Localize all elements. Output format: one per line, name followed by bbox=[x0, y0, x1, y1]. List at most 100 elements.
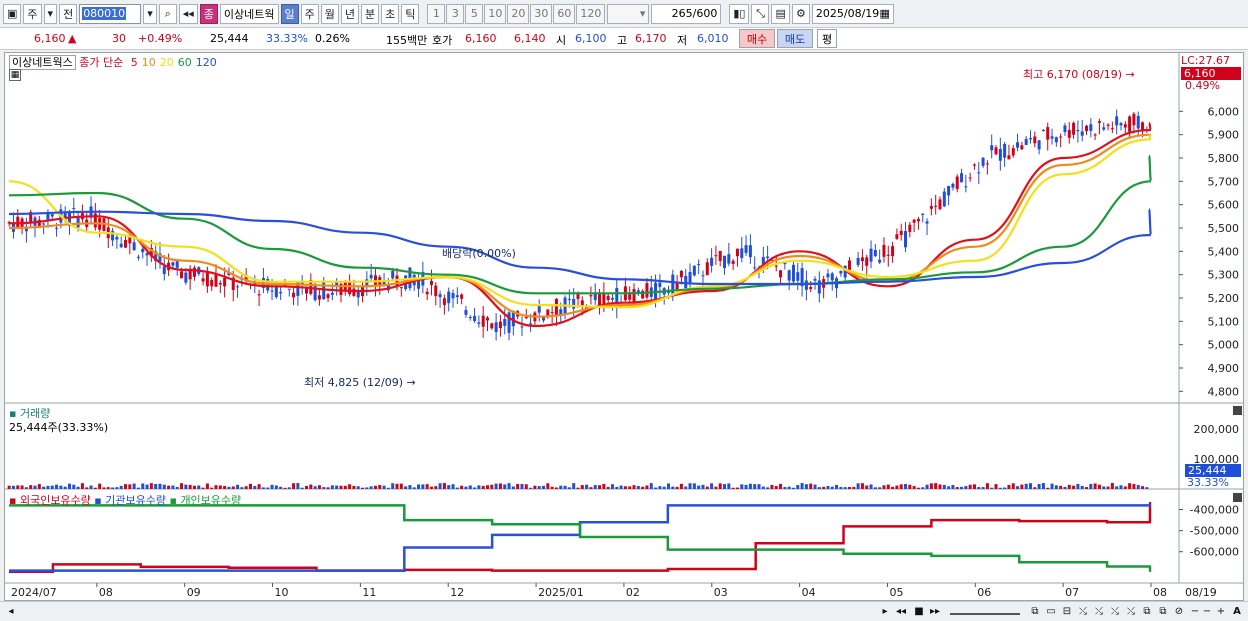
candle-body bbox=[873, 250, 877, 257]
candle-body bbox=[886, 254, 890, 256]
volume-bar bbox=[615, 486, 619, 489]
candle-body bbox=[1024, 139, 1028, 145]
chart-canvas[interactable]: 4,800 4,900 5,000 5,100 5,200 5,300 5,400 5,500… bbox=[5, 53, 1243, 600]
zoom-slider[interactable] bbox=[950, 605, 1020, 615]
candle-body bbox=[723, 255, 727, 269]
gear-icon[interactable]: ⚙ bbox=[791, 3, 810, 24]
search-icon[interactable]: ⌕ bbox=[158, 3, 177, 24]
interval-tab-5[interactable]: 5 bbox=[465, 3, 484, 24]
volume-bar bbox=[136, 487, 140, 489]
candle-type-icon[interactable]: ▮▯ bbox=[729, 3, 750, 24]
period-tab-1[interactable]: 주 bbox=[300, 3, 319, 24]
font-size-icon[interactable]: A bbox=[1230, 605, 1244, 619]
window-icon[interactable]: ▭ bbox=[1044, 605, 1058, 619]
eval-button[interactable]: 평 bbox=[817, 29, 837, 48]
price-tick-label: 5,500 bbox=[1208, 222, 1240, 235]
badge-button[interactable]: 종 bbox=[199, 3, 218, 24]
code-dropdown-icon[interactable]: ▾ bbox=[143, 3, 157, 24]
magnet-icon[interactable]: ⤯ bbox=[1124, 605, 1138, 619]
buy-button[interactable]: 매수 bbox=[739, 29, 775, 48]
pane-close-icon[interactable] bbox=[1233, 406, 1242, 415]
interval-tab-60[interactable]: 60 bbox=[553, 3, 576, 24]
save-icon[interactable]: ▤ bbox=[771, 3, 790, 24]
volume-bar bbox=[649, 483, 653, 489]
prev-button[interactable]: 전 bbox=[59, 3, 78, 24]
interval-dropdown[interactable]: ▾ bbox=[607, 3, 650, 24]
period-tab-6[interactable]: 틱 bbox=[401, 3, 420, 24]
volume-bar bbox=[645, 485, 649, 489]
x-tick-label: 03 bbox=[714, 586, 728, 599]
interval-tab-120[interactable]: 120 bbox=[576, 3, 606, 24]
volume-bar bbox=[468, 485, 472, 489]
interval-tab-1[interactable]: 1 bbox=[427, 3, 446, 24]
date-field[interactable]: 2025/08/19 ▦ bbox=[811, 3, 894, 24]
volume-bar bbox=[477, 485, 481, 489]
interval-tab-10[interactable]: 10 bbox=[484, 3, 507, 24]
candle-body bbox=[951, 183, 955, 188]
compare-icon[interactable]: ⧉ bbox=[1028, 605, 1042, 619]
candle-body bbox=[731, 260, 735, 264]
period-tab-4[interactable]: 분 bbox=[361, 3, 380, 24]
candle-body bbox=[727, 254, 731, 264]
scroll-right-icon[interactable]: ▸ bbox=[878, 605, 892, 619]
candle-body bbox=[1128, 116, 1132, 132]
volume-bar bbox=[378, 485, 382, 489]
volume-bar bbox=[942, 484, 946, 489]
link-icon[interactable]: ⧉ bbox=[1140, 605, 1154, 619]
sell-button[interactable]: 매도 bbox=[777, 29, 813, 48]
tooltip-icon[interactable]: ⤯ bbox=[1108, 605, 1122, 619]
ma-period-list: 5 10 20 60 120 bbox=[127, 56, 217, 69]
stop-icon[interactable]: ■ bbox=[912, 605, 926, 619]
stock-name-tag[interactable]: 이상네트웍스 bbox=[9, 55, 76, 70]
interval-tab-20[interactable]: 20 bbox=[507, 3, 530, 24]
volume-bar bbox=[554, 487, 558, 489]
chevron-down-icon[interactable]: ▾ bbox=[43, 3, 58, 24]
volume-bar bbox=[404, 486, 408, 489]
volume-bar bbox=[399, 483, 403, 489]
volume-bar bbox=[598, 485, 602, 489]
chart-area[interactable]: 4,800 4,900 5,000 5,100 5,200 5,300 5,400 5,500… bbox=[4, 52, 1244, 601]
pane-close-icon[interactable] bbox=[1233, 493, 1242, 502]
volume-bar bbox=[481, 485, 485, 489]
stock-code-input[interactable]: 080010 bbox=[79, 3, 142, 24]
candle-body bbox=[701, 275, 705, 277]
x-tick-label: 11 bbox=[362, 586, 376, 599]
draw-tool-icon[interactable]: ⤡ bbox=[751, 3, 770, 24]
period-tabs: 일주월년분초틱 bbox=[280, 3, 420, 24]
volume-bar bbox=[1067, 484, 1071, 489]
stock-name-field[interactable]: 이상네트웍 bbox=[219, 3, 279, 24]
scroll-left-icon[interactable]: ◂ bbox=[4, 605, 18, 619]
period-tab-2[interactable]: 월 bbox=[320, 3, 339, 24]
volume-bar bbox=[80, 483, 84, 489]
crosshair-icon[interactable]: ⤯ bbox=[1092, 605, 1106, 619]
fast-forward-icon[interactable]: ▸▸ bbox=[928, 605, 942, 619]
period-tab-0[interactable]: 일 bbox=[280, 3, 299, 24]
split-icon[interactable]: ⊟ bbox=[1060, 605, 1074, 619]
rewind-icon[interactable]: ◂◂ bbox=[894, 605, 908, 619]
period-tab-5[interactable]: 초 bbox=[381, 3, 400, 24]
speaker-icon[interactable]: ◂◂ bbox=[178, 3, 198, 24]
volume-bar bbox=[972, 484, 976, 489]
zoom-in-icon[interactable]: + bbox=[1214, 605, 1228, 619]
layout-icon[interactable]: ▣ bbox=[3, 3, 22, 24]
volume-bar bbox=[248, 483, 252, 489]
history-icon[interactable]: ⊘ bbox=[1172, 605, 1186, 619]
period-type-select[interactable]: 주 bbox=[23, 3, 42, 24]
table-icon[interactable]: ▦ bbox=[9, 69, 21, 81]
volume-bar bbox=[1115, 486, 1119, 489]
calendar-icon[interactable]: ▦ bbox=[879, 7, 889, 20]
bar-count-field[interactable]: 265/600 bbox=[651, 3, 722, 24]
cross-icon[interactable]: ⤯ bbox=[1076, 605, 1090, 619]
ma-label: 종가 단순 bbox=[79, 56, 124, 69]
copy-icon[interactable]: ⧉ bbox=[1156, 605, 1170, 619]
candle-body bbox=[485, 317, 490, 321]
period-tab-3[interactable]: 년 bbox=[340, 3, 359, 24]
volume-bar bbox=[817, 487, 821, 489]
volume-bar bbox=[666, 483, 671, 489]
interval-tab-30[interactable]: 30 bbox=[530, 3, 553, 24]
price-tick-label: 4,800 bbox=[1208, 385, 1240, 398]
volume-bar bbox=[572, 483, 576, 489]
volume-bar bbox=[567, 487, 571, 489]
interval-tab-3[interactable]: 3 bbox=[446, 3, 465, 24]
candle-body bbox=[904, 231, 908, 248]
